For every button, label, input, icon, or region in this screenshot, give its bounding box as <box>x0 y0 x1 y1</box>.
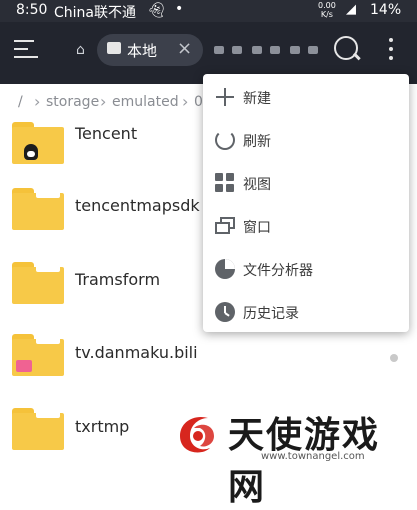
file-name: Tencent <box>75 124 138 143</box>
folder-icon <box>12 188 64 230</box>
search-icon[interactable] <box>334 36 358 60</box>
network-speed-unit: K/s <box>320 10 333 19</box>
file-name: Tramsform <box>75 270 161 289</box>
bilibili-icon <box>16 360 32 372</box>
toolbar-shortcut-icon[interactable] <box>270 46 280 54</box>
menu-item-label: 刷新 <box>243 134 271 150</box>
toolbar-shortcut-icon[interactable] <box>290 46 300 54</box>
menu-item-window[interactable]: 窗口 <box>203 205 409 248</box>
menu-item-history[interactable]: 历史记录 <box>203 291 409 334</box>
status-dot-icon <box>390 354 398 362</box>
overflow-menu: 新建 刷新 视图 窗口 文件分析器 历史记录 <box>203 74 409 332</box>
plus-icon <box>215 87 235 107</box>
android-icon[interactable] <box>232 46 242 54</box>
status-carrier: China联不通 <box>54 5 136 21</box>
folder-icon <box>12 334 64 376</box>
menu-item-label: 历史记录 <box>243 306 299 322</box>
file-name: tv.danmaku.bili <box>75 343 198 362</box>
toolbar-shortcut-icon[interactable] <box>308 46 318 54</box>
battery-level: 14% <box>370 2 402 18</box>
qq-icon <box>24 144 38 160</box>
folder-icon <box>12 408 64 450</box>
network-speed-value: 0.00 <box>318 1 336 10</box>
breadcrumb-item[interactable]: storage <box>46 94 99 110</box>
menu-item-refresh[interactable]: 刷新 <box>203 119 409 162</box>
wifi-icon: ◢ <box>346 2 356 17</box>
chevron-right-icon: › <box>34 92 41 111</box>
menu-item-file-analyzer[interactable]: 文件分析器 <box>203 248 409 291</box>
breadcrumb-item[interactable]: 0 <box>194 94 203 110</box>
hamburger-icon[interactable] <box>14 40 38 60</box>
menu-item-view[interactable]: 视图 <box>203 162 409 205</box>
network-speed: 0.00 K/s <box>318 1 336 19</box>
toolbar-shortcut-icon[interactable] <box>252 46 262 54</box>
menu-item-label: 视图 <box>243 177 271 193</box>
watermark-url: www.townangel.com <box>261 451 365 462</box>
notification-dot-icon: • <box>175 1 184 17</box>
status-time: 8:50 <box>16 2 48 18</box>
folder-icon <box>12 262 64 304</box>
folder-icon <box>12 122 64 164</box>
menu-item-label: 窗口 <box>243 220 271 236</box>
close-icon[interactable]: × <box>177 38 192 59</box>
breadcrumb-item[interactable]: emulated <box>112 94 179 110</box>
home-icon[interactable]: ⌂ <box>76 42 85 58</box>
tab-local[interactable]: 本地 × <box>97 34 203 66</box>
window-icon <box>215 216 235 236</box>
list-item[interactable]: tv.danmaku.bili <box>0 330 417 402</box>
menu-item-label: 文件分析器 <box>243 263 313 279</box>
chevron-right-icon: › <box>182 92 189 111</box>
file-name: tencentmapsdk <box>75 196 200 215</box>
toolbar-shortcut-icon[interactable] <box>214 46 224 54</box>
status-bar: 8:50 China联不通 👻︎ • 0.00 K/s ◢ 14% <box>0 0 417 22</box>
grid-view-icon <box>215 173 235 193</box>
pie-chart-icon <box>215 259 235 279</box>
tab-local-label: 本地 <box>127 42 158 60</box>
more-vert-icon[interactable] <box>389 38 393 62</box>
breadcrumb-root[interactable]: / <box>18 94 23 110</box>
file-name: txrtmp <box>75 417 130 436</box>
menu-item-new[interactable]: 新建 <box>203 76 409 119</box>
book-icon <box>107 42 121 54</box>
menu-item-label: 新建 <box>243 91 271 107</box>
clock-icon <box>215 302 235 322</box>
refresh-icon <box>215 130 235 150</box>
watermark-logo-icon <box>180 416 214 453</box>
watermark: 天使游戏网 www.townangel.com <box>166 402 417 508</box>
chevron-right-icon: › <box>100 92 107 111</box>
ghost-notification-icon: 👻︎ <box>147 1 167 19</box>
